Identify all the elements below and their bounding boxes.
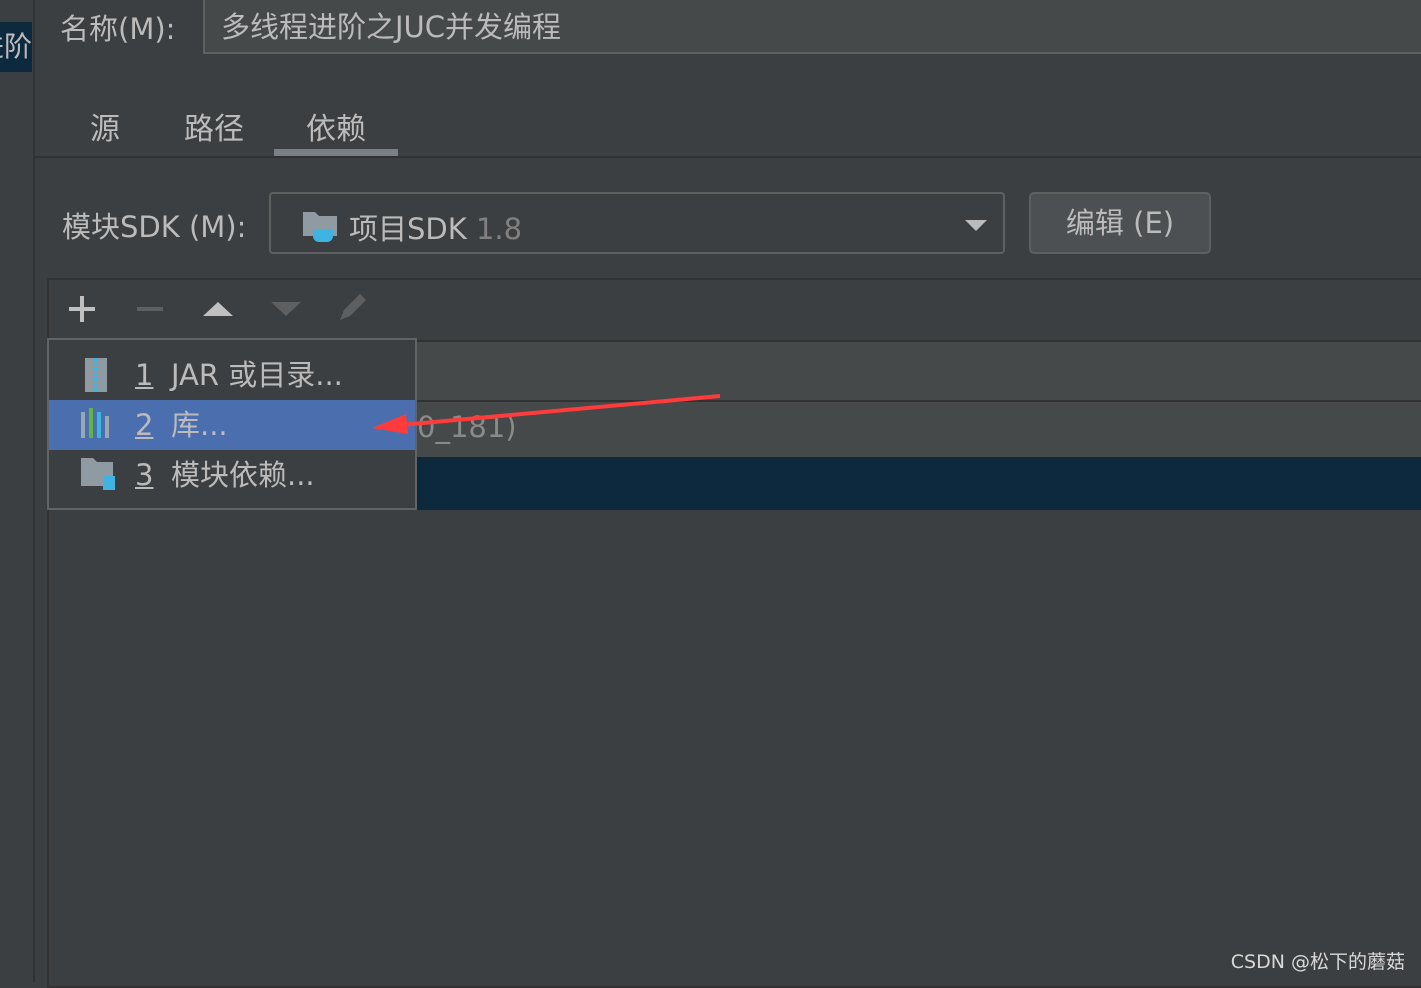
active-tab-indicator xyxy=(274,149,398,156)
tab-dependencies[interactable]: 依赖 xyxy=(306,104,366,149)
watermark: CSDN @松下的蘑菇 xyxy=(1230,951,1405,973)
name-input[interactable]: 多线程进阶之JUC并发编程 xyxy=(203,0,1421,54)
table-row-selected[interactable] xyxy=(417,457,1421,510)
module-icon xyxy=(81,458,115,490)
tab-sources[interactable]: 源 xyxy=(90,104,120,149)
chevron-down-icon[interactable] xyxy=(965,220,987,231)
jar-icon xyxy=(85,358,107,392)
item-label: 多线程进阶 xyxy=(0,30,32,63)
item-label: 库... xyxy=(171,408,228,442)
tab-paths[interactable]: 路径 xyxy=(184,104,244,149)
sdk-version: 1.8 xyxy=(475,212,523,246)
divider xyxy=(35,156,1421,158)
move-up-icon[interactable] xyxy=(203,302,233,316)
annotation-arrow xyxy=(372,394,721,434)
item-number: 3 xyxy=(135,458,154,492)
item-number: 2 xyxy=(135,408,154,442)
item-label: JAR 或目录... xyxy=(171,358,343,392)
item-label: 模块依赖... xyxy=(171,458,315,492)
item-number: 1 xyxy=(135,358,154,392)
edit-sdk-button[interactable]: 编辑 (E) xyxy=(1029,192,1211,254)
dependencies-toolbar xyxy=(69,294,366,322)
library-icon xyxy=(81,408,109,438)
sdk-value: 项目SDK xyxy=(349,212,467,246)
plus-icon[interactable] xyxy=(69,296,95,322)
minus-icon[interactable] xyxy=(137,307,163,311)
name-label: 名称(M): xyxy=(60,12,176,46)
module-sdk-dropdown[interactable]: 项目SDK 1.8 xyxy=(269,192,1005,254)
edit-icon[interactable] xyxy=(340,294,366,320)
left-panel xyxy=(0,0,35,982)
module-sdk-label: 模块SDK (M): xyxy=(62,210,247,244)
sdk-folder-icon xyxy=(303,212,337,242)
menu-item-module[interactable]: 3 模块依赖... xyxy=(49,450,415,500)
move-down-icon[interactable] xyxy=(271,302,301,316)
left-panel-selected-item[interactable]: 多线程进阶 xyxy=(0,22,32,72)
